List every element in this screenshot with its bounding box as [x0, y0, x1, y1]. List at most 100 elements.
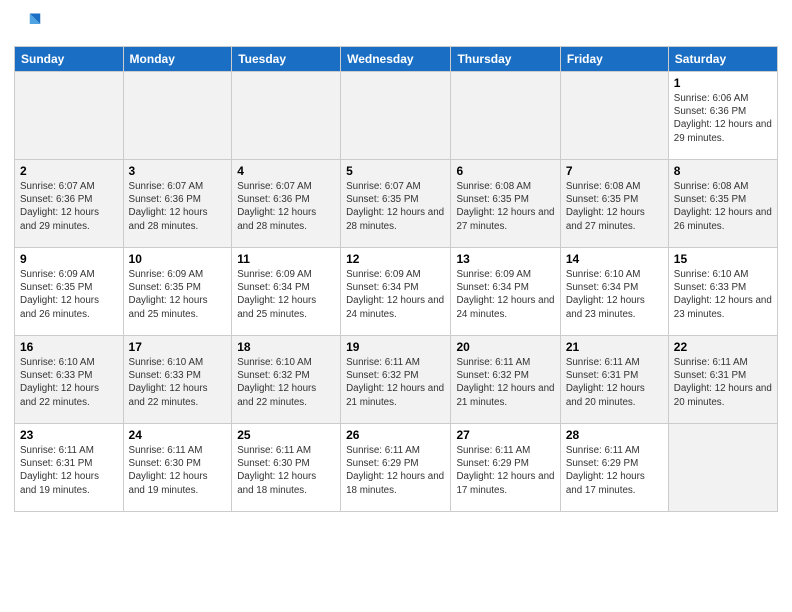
calendar-cell: 11 Sunrise: 6:09 AMSunset: 6:34 PMDayligh…	[232, 248, 341, 336]
calendar-cell: 21 Sunrise: 6:11 AMSunset: 6:31 PMDayligh…	[560, 336, 668, 424]
calendar-cell: 7 Sunrise: 6:08 AMSunset: 6:35 PMDaylight…	[560, 160, 668, 248]
day-info: Sunrise: 6:09 AMSunset: 6:35 PMDaylight:…	[20, 268, 118, 321]
day-info: Sunrise: 6:09 AMSunset: 6:34 PMDaylight:…	[456, 268, 554, 321]
week-row-2: 9 Sunrise: 6:09 AMSunset: 6:35 PMDaylight…	[15, 248, 778, 336]
day-number: 8	[674, 164, 772, 178]
day-info: Sunrise: 6:09 AMSunset: 6:34 PMDaylight:…	[346, 268, 445, 321]
calendar-cell: 1 Sunrise: 6:06 AMSunset: 6:36 PMDaylight…	[668, 72, 777, 160]
header-thursday: Thursday	[451, 47, 560, 72]
day-info: Sunrise: 6:08 AMSunset: 6:35 PMDaylight:…	[456, 180, 554, 233]
day-number: 24	[129, 428, 227, 442]
header-wednesday: Wednesday	[341, 47, 451, 72]
day-number: 10	[129, 252, 227, 266]
day-number: 9	[20, 252, 118, 266]
calendar-body: 1 Sunrise: 6:06 AMSunset: 6:36 PMDaylight…	[15, 72, 778, 512]
calendar-cell: 16 Sunrise: 6:10 AMSunset: 6:33 PMDayligh…	[15, 336, 124, 424]
day-info: Sunrise: 6:09 AMSunset: 6:34 PMDaylight:…	[237, 268, 335, 321]
week-row-0: 1 Sunrise: 6:06 AMSunset: 6:36 PMDaylight…	[15, 72, 778, 160]
day-info: Sunrise: 6:08 AMSunset: 6:35 PMDaylight:…	[674, 180, 772, 233]
day-number: 23	[20, 428, 118, 442]
calendar-cell: 15 Sunrise: 6:10 AMSunset: 6:33 PMDayligh…	[668, 248, 777, 336]
day-number: 2	[20, 164, 118, 178]
header-saturday: Saturday	[668, 47, 777, 72]
calendar-cell	[560, 72, 668, 160]
day-number: 7	[566, 164, 663, 178]
calendar-cell: 4 Sunrise: 6:07 AMSunset: 6:36 PMDaylight…	[232, 160, 341, 248]
day-info: Sunrise: 6:07 AMSunset: 6:36 PMDaylight:…	[237, 180, 335, 233]
day-info: Sunrise: 6:11 AMSunset: 6:32 PMDaylight:…	[456, 356, 554, 409]
calendar-cell: 6 Sunrise: 6:08 AMSunset: 6:35 PMDaylight…	[451, 160, 560, 248]
day-number: 22	[674, 340, 772, 354]
day-number: 1	[674, 76, 772, 90]
calendar-cell: 27 Sunrise: 6:11 AMSunset: 6:29 PMDayligh…	[451, 424, 560, 512]
day-number: 20	[456, 340, 554, 354]
calendar-cell	[15, 72, 124, 160]
calendar-cell: 12Sunrise: 6:09 AMSunset: 6:34 PMDayligh…	[341, 248, 451, 336]
day-info: Sunrise: 6:11 AMSunset: 6:30 PMDaylight:…	[237, 444, 335, 497]
calendar-cell: 23 Sunrise: 6:11 AMSunset: 6:31 PMDayligh…	[15, 424, 124, 512]
calendar-cell: 28 Sunrise: 6:11 AMSunset: 6:29 PMDayligh…	[560, 424, 668, 512]
day-number: 16	[20, 340, 118, 354]
logo	[14, 10, 46, 38]
day-number: 6	[456, 164, 554, 178]
calendar-cell	[451, 72, 560, 160]
day-info: Sunrise: 6:10 AMSunset: 6:32 PMDaylight:…	[237, 356, 335, 409]
day-info: Sunrise: 6:11 AMSunset: 6:29 PMDaylight:…	[346, 444, 445, 497]
day-number: 4	[237, 164, 335, 178]
day-number: 11	[237, 252, 335, 266]
calendar-cell	[232, 72, 341, 160]
day-info: Sunrise: 6:11 AMSunset: 6:29 PMDaylight:…	[456, 444, 554, 497]
calendar-cell: 25 Sunrise: 6:11 AMSunset: 6:30 PMDayligh…	[232, 424, 341, 512]
calendar-cell: 9 Sunrise: 6:09 AMSunset: 6:35 PMDaylight…	[15, 248, 124, 336]
calendar-cell: 14 Sunrise: 6:10 AMSunset: 6:34 PMDayligh…	[560, 248, 668, 336]
day-info: Sunrise: 6:07 AMSunset: 6:36 PMDaylight:…	[129, 180, 227, 233]
calendar-cell: 17Sunrise: 6:10 AMSunset: 6:33 PMDayligh…	[123, 336, 232, 424]
calendar-cell: 26 Sunrise: 6:11 AMSunset: 6:29 PMDayligh…	[341, 424, 451, 512]
day-number: 26	[346, 428, 445, 442]
calendar-cell: 3 Sunrise: 6:07 AMSunset: 6:36 PMDaylight…	[123, 160, 232, 248]
header-sunday: Sunday	[15, 47, 124, 72]
calendar-cell: 24Sunrise: 6:11 AMSunset: 6:30 PMDayligh…	[123, 424, 232, 512]
header-monday: Monday	[123, 47, 232, 72]
calendar-cell: 2 Sunrise: 6:07 AMSunset: 6:36 PMDaylight…	[15, 160, 124, 248]
header-tuesday: Tuesday	[232, 47, 341, 72]
day-info: Sunrise: 6:07 AMSunset: 6:35 PMDaylight:…	[346, 180, 445, 233]
day-number: 28	[566, 428, 663, 442]
header-friday: Friday	[560, 47, 668, 72]
header-row: SundayMondayTuesdayWednesdayThursdayFrid…	[15, 47, 778, 72]
calendar-cell	[341, 72, 451, 160]
day-number: 5	[346, 164, 445, 178]
day-info: Sunrise: 6:10 AMSunset: 6:34 PMDaylight:…	[566, 268, 663, 321]
calendar-cell: 22 Sunrise: 6:11 AMSunset: 6:31 PMDayligh…	[668, 336, 777, 424]
day-info: Sunrise: 6:08 AMSunset: 6:35 PMDaylight:…	[566, 180, 663, 233]
day-number: 21	[566, 340, 663, 354]
day-number: 3	[129, 164, 227, 178]
day-info: Sunrise: 6:11 AMSunset: 6:31 PMDaylight:…	[566, 356, 663, 409]
calendar-cell	[668, 424, 777, 512]
day-info: Sunrise: 6:11 AMSunset: 6:31 PMDaylight:…	[20, 444, 118, 497]
day-info: Sunrise: 6:10 AMSunset: 6:33 PMDaylight:…	[674, 268, 772, 321]
day-info: Sunrise: 6:10 AMSunset: 6:33 PMDaylight:…	[20, 356, 118, 409]
day-info: Sunrise: 6:11 AMSunset: 6:29 PMDaylight:…	[566, 444, 663, 497]
day-info: Sunrise: 6:11 AMSunset: 6:31 PMDaylight:…	[674, 356, 772, 409]
calendar-table: SundayMondayTuesdayWednesdayThursdayFrid…	[14, 46, 778, 512]
day-number: 18	[237, 340, 335, 354]
day-info: Sunrise: 6:09 AMSunset: 6:35 PMDaylight:…	[129, 268, 227, 321]
day-number: 14	[566, 252, 663, 266]
day-info: Sunrise: 6:11 AMSunset: 6:32 PMDaylight:…	[346, 356, 445, 409]
page-header	[14, 10, 778, 38]
day-info: Sunrise: 6:07 AMSunset: 6:36 PMDaylight:…	[20, 180, 118, 233]
day-number: 27	[456, 428, 554, 442]
calendar-cell: 10 Sunrise: 6:09 AMSunset: 6:35 PMDayligh…	[123, 248, 232, 336]
calendar-cell: 5 Sunrise: 6:07 AMSunset: 6:35 PMDaylight…	[341, 160, 451, 248]
day-info: Sunrise: 6:06 AMSunset: 6:36 PMDaylight:…	[674, 92, 772, 145]
calendar-cell: 20 Sunrise: 6:11 AMSunset: 6:32 PMDayligh…	[451, 336, 560, 424]
calendar-cell: 8 Sunrise: 6:08 AMSunset: 6:35 PMDaylight…	[668, 160, 777, 248]
day-info: Sunrise: 6:10 AMSunset: 6:33 PMDaylight:…	[129, 356, 227, 409]
day-number: 15	[674, 252, 772, 266]
week-row-3: 16 Sunrise: 6:10 AMSunset: 6:33 PMDayligh…	[15, 336, 778, 424]
calendar-cell: 18 Sunrise: 6:10 AMSunset: 6:32 PMDayligh…	[232, 336, 341, 424]
day-number: 25	[237, 428, 335, 442]
day-number: 13	[456, 252, 554, 266]
calendar-header: SundayMondayTuesdayWednesdayThursdayFrid…	[15, 47, 778, 72]
